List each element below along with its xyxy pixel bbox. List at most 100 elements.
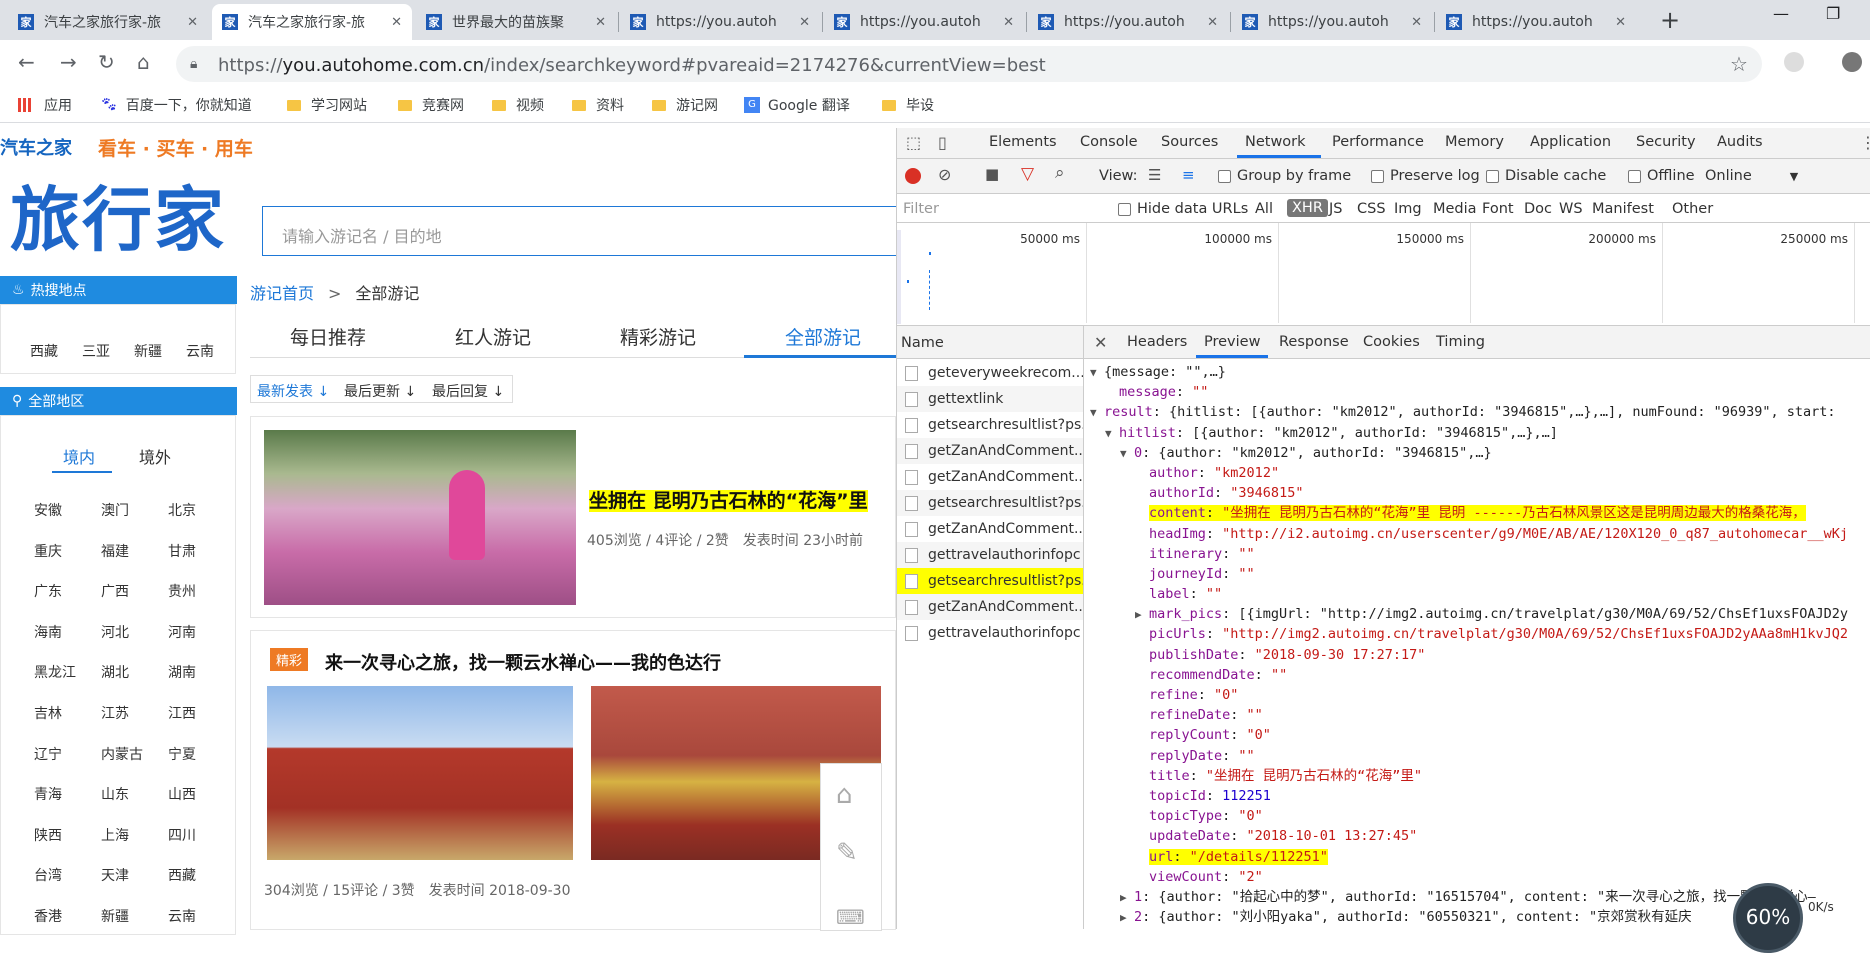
close-tab-icon[interactable]: ✕ <box>799 15 810 30</box>
expand-toggle-icon[interactable]: ▼ <box>1090 403 1104 423</box>
browser-tab[interactable]: 家 https://you.autoh ✕ <box>1232 4 1432 40</box>
devtools-tab-performance[interactable]: Performance <box>1332 134 1424 150</box>
detail-tab-cookies[interactable]: Cookies <box>1363 334 1420 350</box>
close-icon[interactable]: ✕ <box>1094 333 1107 352</box>
throttle-select[interactable]: Online ▼ <box>1705 168 1798 184</box>
json-line[interactable]: recommendDate: "" <box>1090 665 1870 685</box>
devtools-tab-elements[interactable]: Elements <box>989 134 1057 150</box>
bookmark-folder[interactable]: 竞赛网 <box>398 95 464 115</box>
bookmark-baidu[interactable]: 🐾︎ 百度一下，你就知道 <box>100 95 252 115</box>
region-link[interactable]: 山西 <box>168 784 196 804</box>
home-icon[interactable]: ⌂ <box>836 780 853 810</box>
region-link[interactable]: 江苏 <box>101 703 129 723</box>
new-tab-button[interactable]: + <box>1660 6 1680 34</box>
json-line[interactable]: updateDate: "2018-10-01 13:27:45" <box>1090 826 1870 846</box>
type-filter-media[interactable]: Media <box>1433 201 1477 217</box>
type-filter-manifest[interactable]: Manifest <box>1592 201 1654 217</box>
request-row[interactable]: getsearchresultlist?ps... <box>897 490 1083 516</box>
profile-avatar[interactable] <box>1842 52 1862 72</box>
json-line[interactable]: refineDate: "" <box>1090 705 1870 725</box>
hot-place-link[interactable]: 西藏 <box>30 341 58 361</box>
bookmark-folder[interactable]: 学习网站 <box>287 95 367 115</box>
devtools-tab-application[interactable]: Application <box>1530 134 1611 150</box>
breadcrumb-home[interactable]: 游记首页 <box>250 284 314 303</box>
clear-icon[interactable]: ⊘ <box>938 165 951 184</box>
request-row[interactable]: getsearchresultlist?ps... <box>897 568 1083 594</box>
type-filter-all[interactable]: All <box>1255 201 1273 217</box>
offline-option[interactable]: Offline <box>1628 168 1695 184</box>
type-filter-font[interactable]: Font <box>1482 201 1514 217</box>
detail-tab-preview[interactable]: Preview <box>1204 334 1260 350</box>
star-icon[interactable]: ☆ <box>1730 52 1748 76</box>
json-line[interactable]: viewCount: "2" <box>1090 867 1870 887</box>
minimize-button[interactable]: — <box>1773 4 1789 23</box>
expand-toggle-icon[interactable]: ▼ <box>1105 424 1119 444</box>
name-column-header[interactable]: Name <box>901 335 944 351</box>
home-icon[interactable]: ⌂ <box>137 50 150 74</box>
preserve-log-option[interactable]: Preserve log <box>1371 168 1480 184</box>
devtools-tab-sources[interactable]: Sources <box>1161 134 1218 150</box>
inspect-icon[interactable]: ⬚ <box>906 133 921 152</box>
json-line[interactable]: ▼ 0: {author: "km2012", authorId: "394681… <box>1090 443 1870 463</box>
reload-button[interactable]: ↻ <box>98 50 115 74</box>
card-photo-flowers[interactable] <box>264 430 576 605</box>
json-line[interactable]: ▼ hitlist: [{author: "km2012", authorId: … <box>1090 423 1870 443</box>
card-title[interactable]: 来一次寻心之旅，找一颗云水禅心——我的色达行 <box>325 649 721 675</box>
checkbox[interactable] <box>1371 169 1384 183</box>
devtools-tab-console[interactable]: Console <box>1080 134 1138 150</box>
expand-toggle-icon[interactable]: ▶ <box>1120 888 1134 908</box>
extension-icon[interactable] <box>1784 52 1804 72</box>
json-line[interactable]: journeyId: "" <box>1090 564 1870 584</box>
region-link[interactable]: 内蒙古 <box>101 744 143 764</box>
region-link[interactable]: 陕西 <box>34 825 62 845</box>
devtools-tab-network[interactable]: Network <box>1245 134 1306 150</box>
request-row[interactable]: geteveryweekrecom... <box>897 360 1083 386</box>
bookmark-folder[interactable]: 毕设 <box>882 95 934 115</box>
filter-icon[interactable]: ▽ <box>1021 164 1034 184</box>
browser-tab[interactable]: 家汽车之家旅行家-旅 ✕ <box>212 4 412 40</box>
json-line[interactable]: topicId: 112251 <box>1090 786 1870 806</box>
json-line[interactable]: author: "km2012" <box>1090 463 1870 483</box>
type-filter-xhr[interactable]: XHR <box>1287 199 1328 217</box>
close-tab-icon[interactable]: ✕ <box>391 15 402 30</box>
close-tab-icon[interactable]: ✕ <box>1207 15 1218 30</box>
sort-reply[interactable]: 最后回复 ↓ <box>432 381 504 401</box>
json-line[interactable]: ▼ {message: "",…} <box>1090 362 1870 382</box>
checkbox[interactable] <box>1118 202 1131 216</box>
tab-featured[interactable]: 精彩游记 <box>620 323 696 350</box>
region-link[interactable]: 吉林 <box>34 703 62 723</box>
region-link[interactable]: 新疆 <box>101 906 129 926</box>
close-tab-icon[interactable]: ✕ <box>1411 15 1422 30</box>
bookmark-google-translate[interactable]: G Google 翻译 <box>744 95 850 115</box>
camera-icon[interactable]: ■ <box>985 165 999 183</box>
region-link[interactable]: 辽宁 <box>34 744 62 764</box>
region-link[interactable]: 重庆 <box>34 541 62 561</box>
record-icon[interactable] <box>905 168 921 184</box>
region-link[interactable]: 安徽 <box>34 500 62 520</box>
type-filter-doc[interactable]: Doc <box>1524 201 1552 217</box>
tab-influencer[interactable]: 红人游记 <box>455 323 531 350</box>
region-link[interactable]: 河南 <box>168 622 196 642</box>
close-tab-icon[interactable]: ✕ <box>1003 15 1014 30</box>
bookmark-folder[interactable]: 资料 <box>572 95 624 115</box>
devtools-tab-audits[interactable]: Audits <box>1717 134 1763 150</box>
region-link[interactable]: 河北 <box>101 622 129 642</box>
sort-updated[interactable]: 最后更新 ↓ <box>344 381 416 401</box>
browser-tab[interactable]: 家 https://you.autoh ✕ <box>1436 4 1636 40</box>
request-row[interactable]: gettravelauthorinfopc <box>897 542 1083 568</box>
region-link[interactable]: 澳门 <box>101 500 129 520</box>
request-row[interactable]: getsearchresultlist?ps... <box>897 412 1083 438</box>
json-line[interactable]: authorId: "3946815" <box>1090 483 1870 503</box>
json-line[interactable]: picUrls: "http://img2.autoimg.cn/travelp… <box>1090 624 1870 644</box>
checkbox[interactable] <box>1218 169 1231 183</box>
bookmark-apps[interactable]: 应用 <box>18 95 72 115</box>
expand-toggle-icon[interactable]: ▶ <box>1120 908 1134 928</box>
json-line[interactable]: itinerary: "" <box>1090 544 1870 564</box>
json-line[interactable]: title: "坐拥在 昆明乃古石林的“花海”里" <box>1090 766 1870 786</box>
region-link[interactable]: 广东 <box>34 581 62 601</box>
browser-tab[interactable]: 家汽车之家旅行家-旅 ✕ <box>8 4 208 40</box>
request-row[interactable]: gettravelauthorinfopc <box>897 620 1083 646</box>
sort-newest[interactable]: 最新发表 ↓ <box>257 381 329 401</box>
checkbox[interactable] <box>1486 169 1499 183</box>
json-line[interactable]: url: "/details/112251" <box>1090 847 1870 867</box>
